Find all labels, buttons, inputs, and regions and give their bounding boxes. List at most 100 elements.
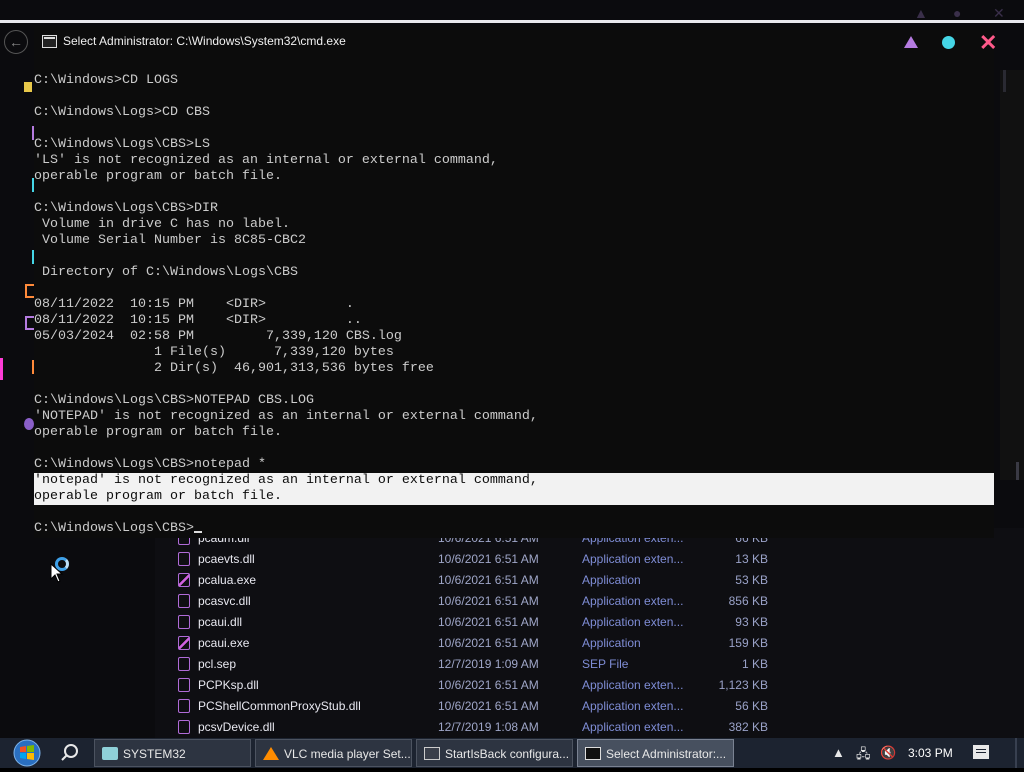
cmd-icon	[42, 35, 57, 48]
search-icon[interactable]	[58, 742, 82, 764]
exe-file-icon	[178, 636, 190, 650]
folder-icon	[102, 747, 118, 760]
console-line: Directory of C:\Windows\Logs\CBS	[34, 265, 298, 280]
back-arrow-icon[interactable]: ←	[4, 30, 28, 54]
selected-console-line: 'notepad' is not recognized as an intern…	[34, 473, 994, 489]
dll-file-icon	[178, 594, 190, 608]
dll-file-icon	[178, 699, 190, 713]
console-line: 1 File(s) 7,339,120 bytes	[34, 345, 394, 360]
file-size: 159 KB	[728, 636, 768, 650]
window-title: Select Administrator: C:\Windows\System3…	[63, 34, 346, 48]
network-icon[interactable]: 🖧	[856, 745, 871, 767]
file-row[interactable]: pcsvDevice.dll 12/7/2019 1:08 AM Applicati…	[155, 717, 1024, 738]
file-row[interactable]: PCShellCommonProxyStub.dll 10/6/2021 6:51…	[155, 696, 1024, 717]
file-size: 53 KB	[735, 573, 768, 587]
scrollbar-marker	[1016, 462, 1019, 480]
minimize-button[interactable]	[902, 34, 920, 52]
console-line: C:\Windows\Logs\CBS>DIR	[34, 201, 218, 216]
console-line: C:\Windows\Logs>CD CBS	[34, 105, 210, 120]
dll-file-icon	[178, 615, 190, 629]
console-line: operable program or batch file.	[34, 169, 282, 184]
sep-file-icon	[178, 657, 190, 671]
background-close-icon: ✕	[993, 5, 1005, 21]
file-row[interactable]: pcaui.dll 10/6/2021 6:51 AM Application ex…	[155, 612, 1024, 633]
volume-muted-icon[interactable]: 🔇	[880, 745, 896, 761]
taskbar-item[interactable]: Select Administrator:...	[577, 739, 734, 767]
file-name: PCPKsp.dll	[198, 678, 259, 692]
taskbar-item-label: Select Administrator:...	[606, 747, 727, 761]
file-row[interactable]: pcl.sep 12/7/2019 1:09 AM SEP File 1 KB	[155, 654, 1024, 675]
file-type: SEP File	[582, 657, 629, 671]
vlc-icon	[263, 747, 279, 760]
file-size: 1,123 KB	[718, 678, 768, 692]
console-line: C:\Windows\Logs\CBS>LS	[34, 137, 210, 152]
taskbar-item[interactable]: VLC media player Set...	[255, 739, 412, 767]
file-size: 93 KB	[735, 615, 768, 629]
background-scrollbar[interactable]	[1000, 70, 1024, 480]
console-line: 05/03/2024 02:58 PM 7,339,120 CBS.log	[34, 329, 402, 344]
desktop: ▲ ● ✕ ← pcadm.dll 10/6/2021 6:51 AM Applic…	[0, 0, 1024, 738]
file-type: Application exten...	[582, 720, 684, 734]
file-date: 10/6/2021 6:51 AM	[438, 636, 539, 650]
show-desktop-button[interactable]	[1015, 738, 1017, 768]
clock[interactable]: 3:03 PM	[908, 746, 953, 760]
file-type: Application	[582, 636, 641, 650]
file-date: 10/6/2021 6:51 AM	[438, 699, 539, 713]
file-type: Application exten...	[582, 552, 684, 566]
file-date: 10/6/2021 6:51 AM	[438, 678, 539, 692]
file-size: 56 KB	[735, 699, 768, 713]
console-line: operable program or batch file.	[34, 425, 282, 440]
taskbar-item[interactable]: StartIsBack configura...	[416, 739, 573, 767]
dll-file-icon	[178, 552, 190, 566]
cmd-window[interactable]: Select Administrator: C:\Windows\System3…	[34, 26, 997, 538]
sparkle-icon	[24, 82, 32, 92]
taskbar-item-label: SYSTEM32	[123, 747, 186, 761]
file-date: 10/6/2021 6:51 AM	[438, 615, 539, 629]
file-name: pcasvc.dll	[198, 594, 251, 608]
console-line: 08/11/2022 10:15 PM <DIR> .	[34, 297, 354, 312]
file-date: 10/6/2021 6:51 AM	[438, 573, 539, 587]
taskbar-item-label: StartIsBack configura...	[445, 747, 570, 761]
console-line: C:\Windows>CD LOGS	[34, 73, 178, 88]
console-output[interactable]: C:\Windows>CD LOGS C:\Windows\Logs>CD CBS…	[34, 73, 994, 543]
file-date: 12/7/2019 1:08 AM	[438, 720, 539, 734]
globe-icon	[24, 418, 34, 430]
file-row[interactable]: pcasvc.dll 10/6/2021 6:51 AM Application e…	[155, 591, 1024, 612]
start-button[interactable]	[10, 739, 44, 767]
file-name: pcl.sep	[198, 657, 237, 671]
notifications-icon[interactable]	[973, 745, 989, 759]
scrollbar-thumb[interactable]	[1003, 70, 1006, 92]
file-name: pcaevts.dll	[198, 552, 255, 566]
show-hidden-icons-icon[interactable]: ▲	[832, 745, 845, 760]
taskbar-item-label: VLC media player Set...	[284, 747, 411, 761]
close-button[interactable]: ✕	[979, 32, 997, 54]
console-line: 'NOTEPAD' is not recognized as an intern…	[34, 409, 538, 424]
dll-file-icon	[178, 678, 190, 692]
file-size: 382 KB	[728, 720, 768, 734]
taskbar-item[interactable]: SYSTEM32	[94, 739, 251, 767]
console-line: C:\Windows\Logs\CBS>	[34, 521, 994, 537]
file-row[interactable]: pcaevts.dll 10/6/2021 6:51 AM Application …	[155, 549, 1024, 570]
title-bar[interactable]: Select Administrator: C:\Windows\System3…	[34, 26, 997, 58]
file-size: 13 KB	[735, 552, 768, 566]
file-date: 10/6/2021 6:51 AM	[438, 594, 539, 608]
console-line: C:\Windows\Logs\CBS>notepad *	[34, 457, 266, 472]
file-row[interactable]: PCPKsp.dll 10/6/2021 6:51 AM Application e…	[155, 675, 1024, 696]
file-size: 1 KB	[741, 657, 768, 671]
active-indicator	[0, 358, 3, 380]
text-cursor	[193, 531, 202, 533]
file-name: pcsvDevice.dll	[198, 720, 275, 734]
file-row[interactable]: pcalua.exe 10/6/2021 6:51 AM Application 53…	[155, 570, 1024, 591]
file-date: 10/6/2021 6:51 AM	[438, 552, 539, 566]
file-type: Application exten...	[582, 594, 684, 608]
maximize-button[interactable]	[940, 34, 958, 52]
file-row[interactable]: pcaui.exe 10/6/2021 6:51 AM Application 159…	[155, 633, 1024, 654]
background-triangle-icon: ▲	[914, 5, 928, 21]
background-window-edge	[0, 20, 1024, 23]
